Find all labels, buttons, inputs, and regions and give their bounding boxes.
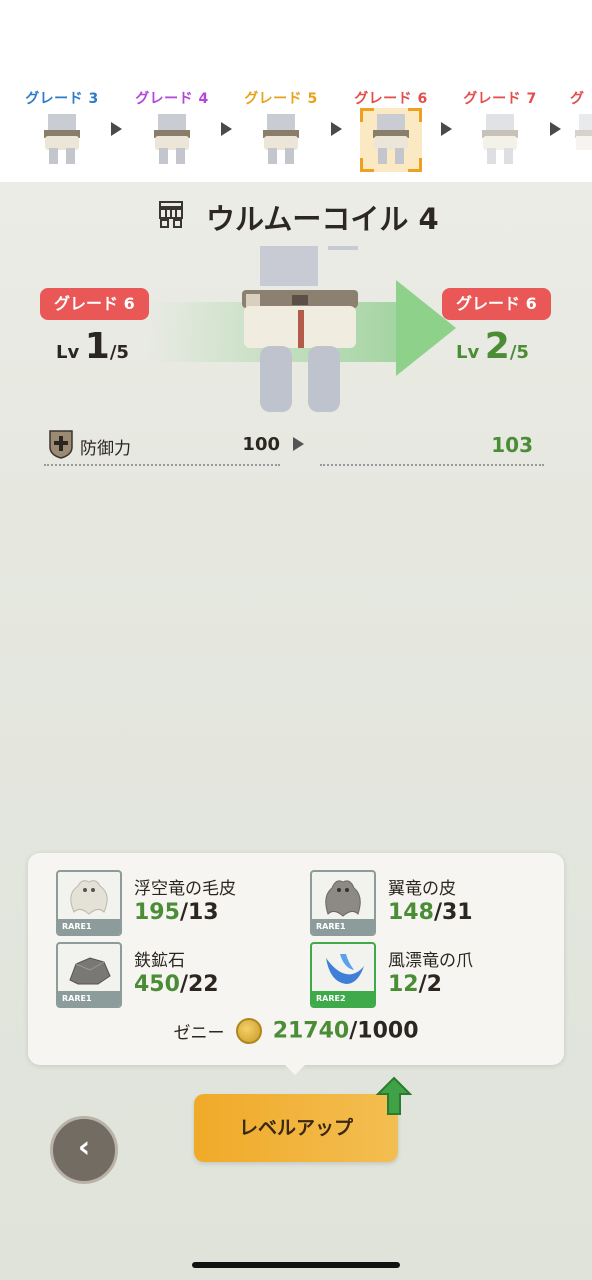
panel-tail <box>284 1064 306 1075</box>
lv-value: 2 <box>484 326 510 367</box>
material-name: 浮空竜の毛皮 <box>134 879 236 899</box>
material-need: /31 <box>433 900 473 925</box>
material-count: 450/22 <box>134 972 219 997</box>
stat-label: 防御力 <box>80 439 131 459</box>
hide-material-icon: RARE1 <box>310 870 376 936</box>
material-count: 195/13 <box>134 900 219 925</box>
grade-next-arrow-icon <box>111 122 122 136</box>
material-item[interactable]: RARE1 浮空竜の毛皮 195/13 <box>56 870 296 936</box>
lv-max: /5 <box>509 342 529 363</box>
hide-material-icon: RARE1 <box>56 870 122 936</box>
current-level: Lv 1/5 <box>56 326 129 367</box>
home-indicator[interactable] <box>192 1262 400 1268</box>
grade-strip: グレード 3 グレード 4 グレード 5 グレード 6 グレード 7 グ <box>0 0 592 182</box>
grade-label: グレード 5 <box>244 91 318 107</box>
material-name: 翼竜の皮 <box>388 879 456 899</box>
armor-thumb-icon <box>258 114 304 164</box>
divider <box>44 464 280 466</box>
rarity-label: RARE2 <box>312 991 374 1006</box>
armor-type-icon <box>158 200 184 228</box>
item-name: ウルムーコイル 4 <box>206 202 439 236</box>
material-item[interactable]: RARE1 鉄鉱石 450/22 <box>56 942 296 1008</box>
rarity-label: RARE1 <box>58 919 120 934</box>
grade-label: グ <box>570 91 585 107</box>
grade-label: グレード 4 <box>135 91 209 107</box>
armor-thumb-icon <box>477 114 523 164</box>
material-need: /22 <box>179 972 219 997</box>
stat-arrow-icon <box>293 437 304 451</box>
material-item[interactable]: RARE2 風漂竜の爪 12/2 <box>310 942 550 1008</box>
level-up-button[interactable]: レベルアップ <box>194 1094 398 1162</box>
defense-icon <box>48 429 74 459</box>
zeny-label: ゼニー <box>173 1023 225 1044</box>
material-name: 鉄鉱石 <box>134 951 185 971</box>
armor-thumb-icon <box>570 114 592 164</box>
armor-thumb-icon <box>149 114 195 164</box>
grade-next-arrow-icon <box>550 122 561 136</box>
zeny-have: 21740 <box>272 1018 350 1044</box>
grade-label: グレード 3 <box>25 91 99 107</box>
material-have: 450 <box>134 972 180 997</box>
material-item[interactable]: RARE1 翼竜の皮 148/31 <box>310 870 550 936</box>
material-need: /13 <box>179 900 219 925</box>
current-grade-badge: グレード 6 <box>40 288 149 320</box>
grade-tab-5[interactable]: グレード 5 <box>241 88 321 164</box>
lv-max: /5 <box>109 342 129 363</box>
grade-tab-7[interactable]: グレード 7 <box>460 88 540 164</box>
lv-label: Lv <box>456 342 480 363</box>
grade-next-arrow-icon <box>331 122 342 136</box>
ore-material-icon: RARE1 <box>56 942 122 1008</box>
material-count: 148/31 <box>388 900 473 925</box>
grade-tab-3[interactable]: グレード 3 <box>22 88 102 164</box>
stat-old-value: 100 <box>242 434 280 455</box>
armor-preview-image <box>232 246 368 412</box>
rarity-label: RARE1 <box>58 991 120 1006</box>
rarity-label: RARE1 <box>312 919 374 934</box>
grade-label: グレード 7 <box>463 91 537 107</box>
grade-next-arrow-icon <box>221 122 232 136</box>
back-button[interactable]: ‹ <box>50 1116 118 1184</box>
material-name: 風漂竜の爪 <box>388 951 473 971</box>
zeny-need: /1000 <box>349 1018 419 1044</box>
material-have: 195 <box>134 900 180 925</box>
grade-label: グレード 6 <box>354 91 428 107</box>
next-grade-badge: グレード 6 <box>442 288 551 320</box>
back-chevron-icon: ‹ <box>77 1130 91 1165</box>
divider <box>320 464 544 466</box>
grade-tab-6[interactable]: グレード 6 <box>351 88 431 164</box>
grade-tab-8[interactable]: グ <box>570 88 592 164</box>
lv-label: Lv <box>56 342 80 363</box>
zeny-cost: ゼニー 21740/1000 <box>28 1018 564 1044</box>
armor-thumb-icon <box>39 114 85 164</box>
grade-next-arrow-icon <box>441 122 452 136</box>
material-have: 12 <box>388 972 419 997</box>
material-count: 12/2 <box>388 972 442 997</box>
level-up-arrow-icon <box>375 1076 413 1116</box>
armor-thumb-icon <box>368 114 414 164</box>
materials-panel: RARE1 浮空竜の毛皮 195/13 RARE1 翼竜の皮 148/31 RA… <box>28 853 564 1065</box>
claw-material-icon: RARE2 <box>310 942 376 1008</box>
stat-new-value: 103 <box>491 433 533 457</box>
material-need: /2 <box>418 972 442 997</box>
material-have: 148 <box>388 900 434 925</box>
grade-tab-4[interactable]: グレード 4 <box>132 88 212 164</box>
zeny-coin-icon <box>235 1018 262 1044</box>
next-level: Lv 2/5 <box>456 326 529 367</box>
lv-value: 1 <box>84 326 110 367</box>
